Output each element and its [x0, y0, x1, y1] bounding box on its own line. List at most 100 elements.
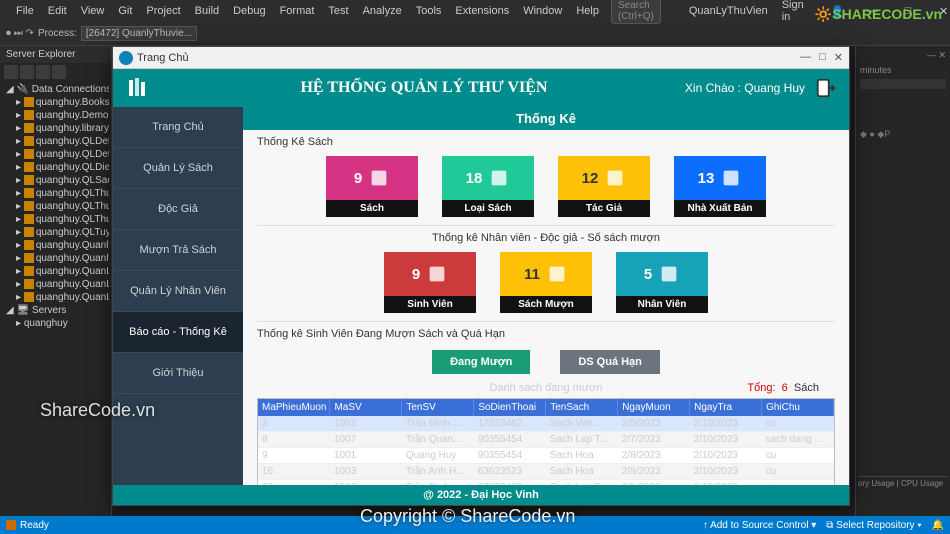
app-icon	[119, 51, 133, 65]
tree-db-node[interactable]: ▸ quanghuy.QLThuc	[2, 200, 109, 213]
tree-db-node[interactable]: ▸ quanghuy.DemoT	[2, 109, 109, 122]
table-cell: 2/8/2023	[618, 464, 690, 480]
section-staff-title: Thống kê Nhân viên - Độc giả - Số sách m…	[243, 226, 849, 248]
process-dropdown[interactable]: [26472] QuanlyThuvie...	[81, 26, 197, 41]
tree-db-node[interactable]: ▸ quanghuy.library_	[2, 122, 109, 135]
sidebar-item[interactable]: Mượn Trả Sách	[113, 230, 243, 271]
diag-minutes: minutes	[860, 65, 946, 75]
overdue-button[interactable]: DS Quá Hạn	[560, 350, 660, 374]
stat-card[interactable]: 12Tác Giả	[558, 156, 650, 217]
table-row[interactable]: 161003Trần Anh H...63623523Sach Hoa2/8/2…	[258, 464, 834, 480]
sharecode-logo: 🔆SHARECODE.vn	[815, 6, 942, 23]
column-header[interactable]: MaPhieuMuon	[258, 399, 330, 416]
menu-analyze[interactable]: Analyze	[357, 3, 408, 19]
stat-label: Tác Giả	[558, 200, 650, 217]
column-header[interactable]: MaSV	[330, 399, 402, 416]
sidebar-item[interactable]: Quản Lý Nhân Viên	[113, 271, 243, 312]
tree-db-node[interactable]: ▸ quanghuy.QLDiem	[2, 161, 109, 174]
stat-card[interactable]: 11Sách Mượn	[500, 252, 592, 313]
stat-value: 13	[698, 170, 715, 187]
select-repository[interactable]: ⧉ Select Repository ▾	[826, 520, 921, 531]
tree-server-node[interactable]: ▸ quanghuy	[2, 317, 109, 330]
table-row[interactable]: 21002Trần Đình ...17623482Sach Van ...2/…	[258, 416, 834, 432]
tree-db-node[interactable]: ▸ quanghuy.QLThuV	[2, 187, 109, 200]
app-close-button[interactable]: ✕	[834, 51, 843, 64]
sidebar-item[interactable]: Trang Chủ	[113, 107, 243, 148]
stat-value: 11	[524, 266, 540, 283]
sidebar-item[interactable]: Quản Lý Sách	[113, 148, 243, 189]
menu-test[interactable]: Test	[322, 3, 354, 19]
tree-data-connections[interactable]: ◢ 🔌 Data Connections	[2, 83, 109, 96]
menu-window[interactable]: Window	[517, 3, 568, 19]
stat-card[interactable]: 9Sách	[326, 156, 418, 217]
menu-format[interactable]: Format	[274, 3, 321, 19]
tree-db-node[interactable]: ▸ quanghuy.QuanLy	[2, 265, 109, 278]
menu-file[interactable]: File	[10, 3, 40, 19]
logout-icon[interactable]	[815, 77, 837, 99]
table-row[interactable]: 81007Trần Quan...90355454Sach Lap T...2/…	[258, 432, 834, 448]
table-caption: Danh sách đang mượn	[489, 382, 602, 394]
stat-card[interactable]: 18Loại Sách	[442, 156, 534, 217]
tree-db-node[interactable]: ▸ quanghuy.QLThuV	[2, 213, 109, 226]
status-ready: Ready	[20, 520, 49, 531]
menu-project[interactable]: Project	[140, 3, 186, 19]
table-row[interactable]: 171002Trần Đình ...17623482Sach Lap T...…	[258, 480, 834, 486]
stat-label: Nhà Xuất Bản	[674, 200, 766, 217]
tree-db-node[interactable]: ▸ quanghuy.Quanly	[2, 252, 109, 265]
menu-debug[interactable]: Debug	[227, 3, 271, 19]
tree-db-node[interactable]: ▸ quanghuy.QuanlyI	[2, 239, 109, 252]
table-cell: Quang Huy	[402, 448, 474, 464]
status-bell-icon[interactable]: 🔔	[932, 520, 944, 531]
stats-row-books: 9Sách 18Loại Sách 12Tác Giả 13 Nhà Xuất Bản	[243, 152, 849, 225]
column-header[interactable]: NgayTra	[690, 399, 762, 416]
tree-db-node[interactable]: ▸ quanghuy.QuanLy	[2, 278, 109, 291]
signin-link[interactable]: Sign in	[776, 0, 817, 25]
app-titlebar: Trang Chủ — □ ✕	[113, 47, 849, 69]
tree-db-node[interactable]: ▸ quanghuy.QLTuye	[2, 226, 109, 239]
diag-usage-tabs[interactable]: ory Usage | CPU Usage	[858, 476, 948, 488]
app-window-title: Trang Chủ	[137, 52, 189, 64]
borrowing-button[interactable]: Đang Mượn	[432, 350, 530, 374]
column-header[interactable]: GhiChu	[762, 399, 834, 416]
table-cell: Sach Lap T...	[546, 432, 618, 448]
table-cell: 9	[258, 448, 330, 464]
app-minimize-button[interactable]: —	[800, 51, 811, 64]
table-cell: 17623482	[474, 480, 546, 486]
table-cell: 2/7/2023	[618, 432, 690, 448]
status-indicator-icon	[6, 520, 16, 530]
menu-extensions[interactable]: Extensions	[449, 3, 515, 19]
app-maximize-button[interactable]: □	[819, 51, 826, 64]
column-header[interactable]: TenSach	[546, 399, 618, 416]
tree-db-node[interactable]: ▸ quanghuy.QLDeta	[2, 148, 109, 161]
sidebar-item[interactable]: Giới Thiệu	[113, 353, 243, 394]
column-header[interactable]: NgayMuon	[618, 399, 690, 416]
sidebar-item[interactable]: Báo cáo - Thống Kê	[113, 312, 243, 353]
tree-servers[interactable]: ◢ 🖥 Servers	[2, 304, 109, 317]
column-header[interactable]: TenSV	[402, 399, 474, 416]
tree-db-node[interactable]: ▸ quanghuy.Books.d	[2, 96, 109, 109]
stat-card[interactable]: 9Sinh Viên	[384, 252, 476, 313]
table-cell: 2/10/2023	[690, 432, 762, 448]
menu-help[interactable]: Help	[570, 3, 605, 19]
column-header[interactable]: SoDienThoai	[474, 399, 546, 416]
borrowing-table[interactable]: MaPhieuMuonMaSVTenSVSoDienThoaiTenSachNg…	[257, 398, 835, 485]
stat-card[interactable]: 5Nhân Viên	[616, 252, 708, 313]
menu-view[interactable]: View	[75, 3, 111, 19]
table-cell: cu	[762, 464, 834, 480]
table-cell: 2/8/2023	[618, 480, 690, 486]
stat-card[interactable]: 13 Nhà Xuất Bản	[674, 156, 766, 217]
table-cell: cu	[762, 416, 834, 432]
table-row[interactable]: 91001Quang Huy90355454Sach Hoa2/8/20232/…	[258, 448, 834, 464]
tree-db-node[interactable]: ▸ quanghuy.QLDeta	[2, 135, 109, 148]
add-source-control[interactable]: ↑ Add to Source Control ▾	[703, 520, 816, 531]
total-label: Tổng:	[747, 382, 775, 394]
table-cell: 1003	[330, 464, 402, 480]
vs-search-input[interactable]: Search (Ctrl+Q)	[611, 0, 661, 24]
sidebar-item[interactable]: Độc Giả	[113, 189, 243, 230]
tree-db-node[interactable]: ▸ quanghuy.QuanLy	[2, 291, 109, 304]
menu-edit[interactable]: Edit	[42, 3, 73, 19]
menu-tools[interactable]: Tools	[410, 3, 448, 19]
menu-build[interactable]: Build	[189, 3, 225, 19]
menu-git[interactable]: Git	[112, 3, 138, 19]
tree-db-node[interactable]: ▸ quanghuy.QLSach	[2, 174, 109, 187]
